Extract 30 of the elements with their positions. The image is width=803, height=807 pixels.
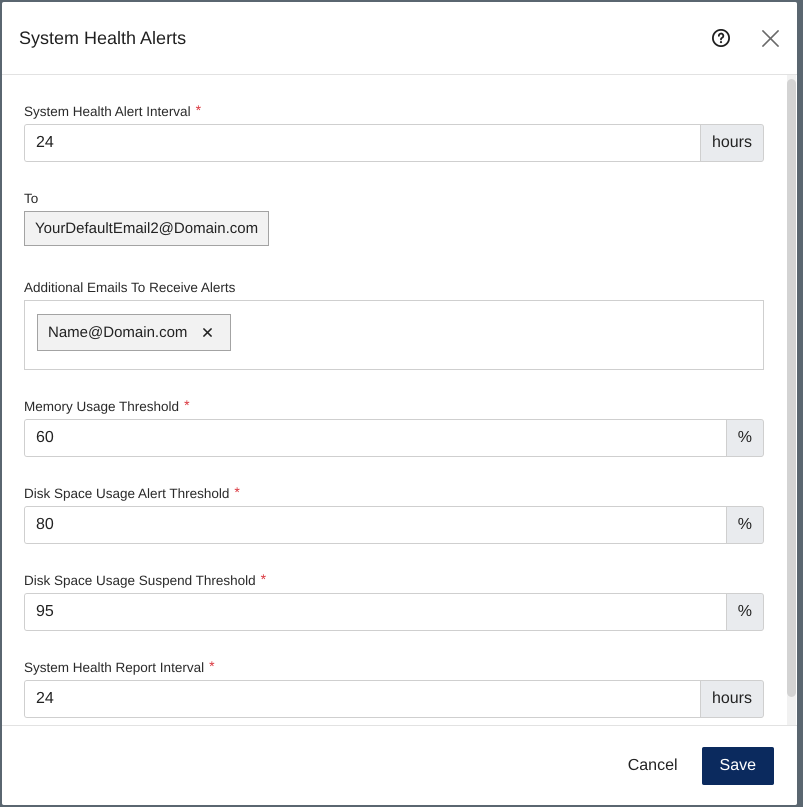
input-field[interactable]: 24 — [24, 124, 700, 162]
required-mark: * — [260, 572, 266, 586]
dialog-title: System Health Alerts — [19, 28, 188, 48]
field-label: Disk Space Usage Suspend Threshold — [24, 572, 256, 590]
field-label: Disk Space Usage Alert Threshold — [24, 485, 230, 503]
input-field[interactable]: 80 — [24, 506, 726, 544]
unit-addon: % — [726, 506, 764, 544]
help-icon[interactable] — [712, 29, 730, 47]
unit-addon: hours — [700, 124, 764, 162]
required-mark: * — [209, 659, 215, 673]
unit-addon: % — [726, 593, 764, 631]
input-field[interactable]: 24 — [24, 680, 700, 718]
input-field[interactable]: 95 — [24, 593, 726, 631]
tag-input-field[interactable]: Name@Domain.com — [24, 300, 764, 370]
unit-addon: hours — [700, 680, 764, 718]
field-label: Memory Usage Threshold — [24, 398, 180, 416]
required-mark: * — [184, 398, 190, 412]
save-button[interactable]: Save — [702, 746, 774, 784]
tag-label: Name@Domain.com — [48, 324, 188, 341]
field-label: To — [24, 190, 38, 208]
readonly-field: YourDefaultEmail2@Domain.com — [24, 211, 270, 246]
field-label: Additional Emails To Receive Alerts — [24, 279, 236, 297]
field-label: System Health Alert Interval — [24, 103, 191, 121]
field-label: System Health Report Interval — [24, 659, 204, 677]
close-icon[interactable] — [203, 328, 212, 337]
required-mark: * — [234, 485, 240, 499]
unit-addon: % — [726, 419, 764, 457]
input-field[interactable]: 60 — [24, 419, 726, 457]
required-mark: * — [196, 103, 202, 117]
cancel-button[interactable]: Cancel — [616, 746, 690, 784]
